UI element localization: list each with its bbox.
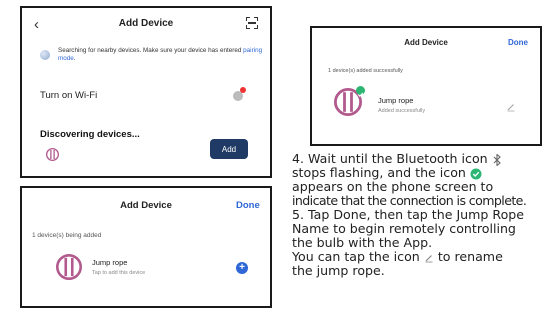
plus-circle-icon[interactable]: + bbox=[236, 262, 248, 274]
scan-icon[interactable] bbox=[246, 17, 258, 29]
instruction-line: the bulb with the App. bbox=[292, 235, 433, 250]
pencil-icon[interactable] bbox=[506, 102, 516, 112]
instruction-line: the jump rope. bbox=[292, 263, 385, 278]
page-title: Add Device bbox=[404, 38, 448, 47]
instruction-line: appears on the phone screen to bbox=[292, 179, 494, 194]
wifi-alert-badge bbox=[240, 87, 246, 93]
success-count-label: 1 device(s) added successfully bbox=[328, 68, 403, 74]
instruction-line: Name to begin remotely controlling bbox=[292, 221, 516, 236]
page-title: Add Device bbox=[120, 200, 172, 211]
success-check-icon bbox=[356, 86, 365, 97]
page-title: Add Device bbox=[118, 18, 174, 29]
device-status: Tap to add this device bbox=[92, 270, 146, 276]
add-device-screen-adding: Add Device Done 1 device(s) being added … bbox=[20, 186, 272, 308]
done-button[interactable]: Done bbox=[236, 200, 260, 211]
search-hint: Searching for nearby devices. Make sure … bbox=[58, 47, 268, 63]
instructions-text: 4. Wait until the Bluetooth icon stops f… bbox=[292, 152, 544, 278]
instruction-line: 4. Wait until the Bluetooth icon bbox=[292, 151, 488, 166]
instruction-line: 5. Tap Done, then tap the Jump Rope bbox=[292, 207, 525, 222]
discovering-label: Discovering devices... bbox=[40, 129, 140, 140]
add-device-screen-success: Add Device Done 1 device(s) added succes… bbox=[310, 26, 542, 146]
success-check-icon bbox=[470, 168, 482, 179]
adding-count-label: 1 device(s) being added bbox=[32, 232, 102, 239]
device-name[interactable]: Jump rope bbox=[92, 258, 127, 267]
device-status: Added successfully bbox=[378, 108, 426, 114]
instruction-line: stops flashing, and the icon bbox=[292, 165, 466, 180]
instruction-line: to rename bbox=[437, 249, 503, 264]
searching-spinner-icon bbox=[40, 50, 50, 60]
jump-rope-device-icon[interactable] bbox=[56, 254, 82, 280]
add-button[interactable]: Add bbox=[210, 139, 248, 159]
jump-rope-device-icon bbox=[46, 148, 59, 161]
done-button[interactable]: Done bbox=[508, 38, 528, 47]
instruction-line: You can tap the icon bbox=[292, 249, 420, 264]
wifi-label: Turn on Wi-Fi bbox=[40, 90, 98, 101]
instruction-line: indicate that the connection is complete… bbox=[292, 193, 527, 208]
pencil-icon bbox=[425, 254, 433, 262]
search-status: Searching for nearby devices. Make sure … bbox=[40, 46, 262, 70]
search-hint-text: Searching for nearby devices. Make sure … bbox=[58, 47, 242, 54]
device-name[interactable]: Jump rope bbox=[378, 96, 413, 105]
search-hint-end: . bbox=[73, 55, 76, 62]
add-device-screen-discovering: ‹ Add Device Searching for nearby device… bbox=[20, 6, 272, 178]
bluetooth-icon bbox=[493, 153, 501, 166]
